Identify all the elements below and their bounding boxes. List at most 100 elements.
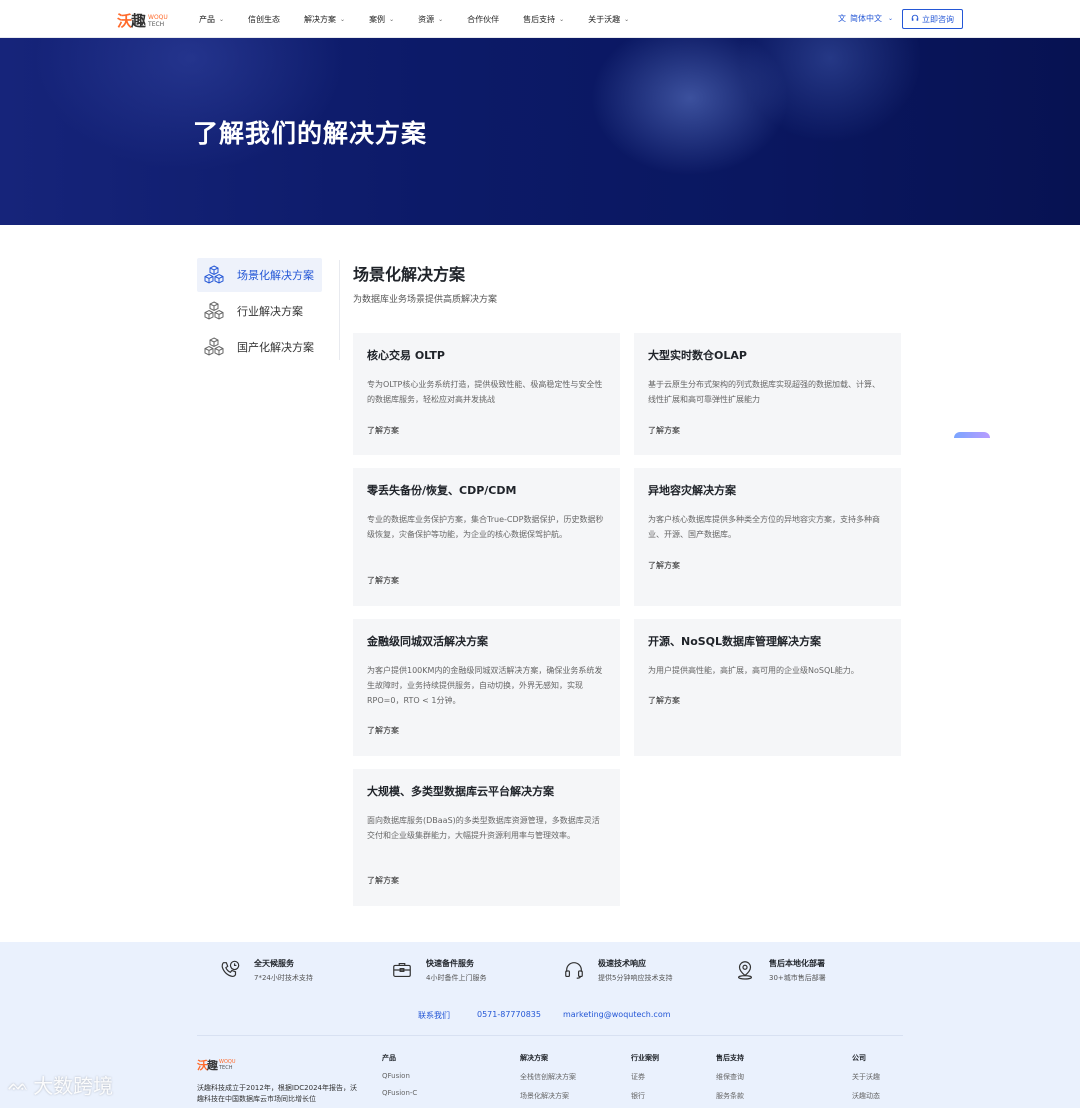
footer-link[interactable]: 证券 [631,1072,659,1082]
card-description: 基于云原生分布式架构的列式数据库实现超强的数据加载、计算、线性扩展和高可靠弹性扩… [648,380,880,404]
chevron-down-icon: ⌄ [340,15,346,23]
footer-link[interactable]: QFusion-C [382,1089,417,1097]
footer-column-support: 售后支持 维保查询 服务条款 [716,1053,744,1108]
chevron-down-icon: ⌄ [559,15,565,23]
nav-item-ecosystem[interactable]: 信创生态 [248,14,280,25]
contact-phone[interactable]: 0571-87770835 [477,1010,541,1019]
translate-icon: 文 [838,14,846,23]
service-item-response: 极速技术响应 提供5分钟响应技术支持 [563,956,672,983]
card-title: 零丢失备份/恢复、CDP/CDM [367,484,517,497]
footer-column-heading: 产品 [382,1054,396,1062]
learn-more-link[interactable]: 了解方案 [648,425,680,436]
learn-more-link[interactable]: 了解方案 [367,875,399,886]
footer-link[interactable]: 全栈信创解决方案 [520,1072,576,1082]
footer-divider [197,1035,903,1036]
solution-card-nosql[interactable]: 开源、NoSQL数据库管理解决方案 为用户提供高性能，高扩展，高可用的企业级No… [634,619,901,756]
footer-column-heading: 公司 [852,1054,866,1062]
sidebar-item-localization[interactable]: 国产化解决方案 [197,330,322,364]
logo-en-1: WOQU [148,13,168,21]
cubes-icon [204,265,224,284]
solution-card-backup[interactable]: 零丢失备份/恢复、CDP/CDM 专业的数据库业务保护方案，集合True-CDP… [353,468,620,606]
sidebar-item-industry[interactable]: 行业解决方案 [197,294,322,328]
consult-button[interactable]: 立即咨询 [902,9,963,29]
floating-contact-button[interactable] [954,432,990,438]
card-description: 专为OLTP核心业务系统打造，提供极致性能、极高稳定性与安全性的数据库服务，轻松… [367,380,603,404]
chevron-down-icon: ⌄ [438,15,444,23]
solution-card-olap[interactable]: 大型实时数仓OLAP 基于云原生分布式架构的列式数据库实现超强的数据加载、计算、… [634,333,901,455]
chevron-down-icon: ⌄ [219,15,225,23]
contact-us-link[interactable]: 联系我们 [418,1010,450,1021]
nav-item-about[interactable]: 关于沃趣 ⌄ [588,14,629,25]
phone-clock-icon [221,960,240,978]
card-title: 开源、NoSQL数据库管理解决方案 [648,635,822,648]
footer-link[interactable]: 沃趣动态 [852,1091,880,1101]
footer-link[interactable]: 关于沃趣 [852,1072,880,1082]
service-title: 全天候服务 [254,959,294,968]
section-subtitle: 为数据库业务场景提供高质解决方案 [353,295,498,305]
toolbox-icon [393,962,411,978]
footer-column-products: 产品 QFusion QFusion-C [382,1053,417,1106]
card-description: 为客户核心数据库提供多种类全方位的异地容灾方案，支持多种商业、开源、国产数据库。 [648,515,880,539]
learn-more-link[interactable]: 了解方案 [648,560,680,571]
footer-link[interactable]: 银行 [631,1091,659,1101]
watermark-logo-icon: ᨐ [8,1074,30,1095]
watermark: ᨐ 大数跨境 [8,1074,114,1098]
learn-more-link[interactable]: 了解方案 [367,575,399,586]
logo-char-2: 趣 [131,12,146,30]
solution-category-sidebar: 场景化解决方案 行业解决方案 国产化解决方案 [197,258,322,366]
service-desc: 4小时备件上门服务 [426,974,487,982]
top-navigation-bar: 沃趣 WOQU TECH 产品 ⌄ 信创生态 解决方案 ⌄ 案例 ⌄ 资源 ⌄ 合作伙伴 … [0,0,1080,38]
card-description: 为客户提供100KM内的金融级同城双活解决方案，确保业务系统发生故障时，业务持续… [367,666,603,705]
learn-more-link[interactable]: 了解方案 [648,695,680,706]
solution-card-dbaas[interactable]: 大规模、多类型数据库云平台解决方案 面向数据库服务(DBaaS)的多类型数据库资… [353,769,620,906]
footer-link[interactable]: 场景化解决方案 [520,1091,576,1101]
footer-link[interactable]: QFusion [382,1072,417,1080]
footer: 全天候服务 7*24小时技术支持 快速备件服务 4小时备件上门服务 极速技术响应 提供… [0,942,1080,1108]
footer-column-heading: 售后支持 [716,1054,744,1062]
card-description: 为用户提供高性能，高扩展，高可用的企业级NoSQL能力。 [648,666,859,675]
main-nav: 产品 ⌄ 信创生态 解决方案 ⌄ 案例 ⌄ 资源 ⌄ 合作伙伴 售后支持 ⌄ 关于沃趣 ⌄ [199,0,653,38]
card-description: 面向数据库服务(DBaaS)的多类型数据库资源管理，多数据库灵活交付和企业级集群… [367,816,600,840]
footer-column-solutions: 解决方案 全栈信创解决方案 场景化解决方案 [520,1053,576,1108]
footer-logo: 沃趣 WOQU TECH [197,1059,236,1072]
solution-card-oltp[interactable]: 核心交易 OLTP 专为OLTP核心业务系统打造，提供极致性能、极高稳定性与安全… [353,333,620,455]
nav-item-solutions[interactable]: 解决方案 ⌄ [304,14,345,25]
card-title: 核心交易 OLTP [367,349,445,362]
logo-char-1: 沃 [117,12,132,30]
chevron-down-icon: ⌄ [888,15,894,22]
cubes-icon [204,337,224,356]
nav-item-products[interactable]: 产品 ⌄ [199,14,224,25]
hero-title: 了解我们的解决方案 [193,119,428,148]
service-title: 售后本地化部署 [769,959,825,968]
logo-en-2: TECH [148,20,165,28]
learn-more-link[interactable]: 了解方案 [367,425,399,436]
footer-column-company: 公司 关于沃趣 沃趣动态 [852,1053,880,1108]
sidebar-item-scenario[interactable]: 场景化解决方案 [197,258,322,292]
card-title: 大型实时数仓OLAP [648,349,747,362]
card-title: 异地容灾解决方案 [648,484,736,497]
nav-item-cases[interactable]: 案例 ⌄ [369,14,394,25]
service-title: 快速备件服务 [426,959,474,968]
card-title: 金融级同城双活解决方案 [367,635,488,648]
service-desc: 30+城市售后部署 [769,974,826,982]
solution-card-active-active[interactable]: 金融级同城双活解决方案 为客户提供100KM内的金融级同城双活解决方案，确保业务… [353,619,620,756]
nav-item-support[interactable]: 售后支持 ⌄ [523,14,564,25]
section-title: 场景化解决方案 [353,265,466,284]
language-selector[interactable]: 文 简体中文 ⌄ [838,13,893,24]
hero-banner: 了解我们的解决方案 [0,38,1080,225]
service-item-spare-parts: 快速备件服务 4小时备件上门服务 [391,956,486,983]
footer-link[interactable]: 服务条款 [716,1091,744,1101]
nav-item-partners[interactable]: 合作伙伴 [467,14,499,25]
card-title: 大规模、多类型数据库云平台解决方案 [367,785,554,798]
service-item-24h: 全天候服务 7*24小时技术支持 [219,956,313,983]
nav-item-resources[interactable]: 资源 ⌄ [418,14,443,25]
contact-email[interactable]: marketing@woqutech.com [563,1010,671,1019]
learn-more-link[interactable]: 了解方案 [367,725,399,736]
chevron-down-icon: ⌄ [389,15,395,23]
cubes-icon [204,301,224,320]
footer-column-heading: 解决方案 [520,1054,548,1062]
headset-icon [565,962,583,979]
woqu-logo[interactable]: 沃趣 WOQU TECH [117,10,168,31]
footer-link[interactable]: 维保查询 [716,1072,744,1082]
solution-card-disaster-recovery[interactable]: 异地容灾解决方案 为客户核心数据库提供多种类全方位的异地容灾方案，支持多种商业、… [634,468,901,606]
